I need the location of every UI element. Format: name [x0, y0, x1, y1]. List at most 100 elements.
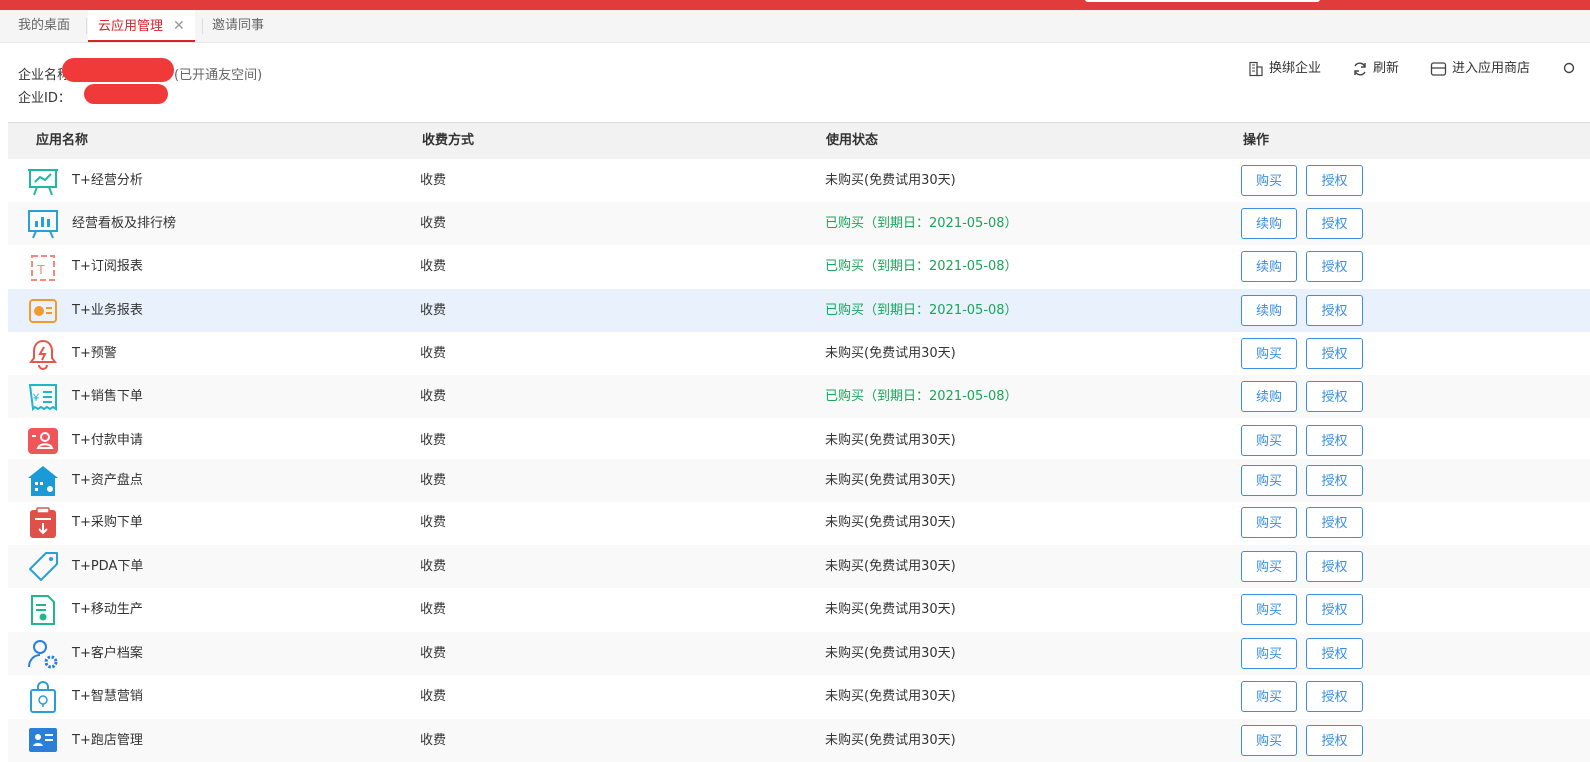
- customer-profile-icon: [26, 637, 60, 671]
- tab-label: 云应用管理: [98, 19, 164, 34]
- dashboard-board-icon: [26, 207, 60, 241]
- tab-cloud-app-management[interactable]: 云应用管理 ✕: [88, 10, 195, 42]
- table-row[interactable]: T+业务报表 收费 已购买（到期日：2021-05-08） 续购 授权: [8, 289, 1590, 332]
- authorize-button[interactable]: 授权: [1306, 507, 1363, 538]
- close-icon[interactable]: ✕: [173, 18, 185, 34]
- fee-type: 收费: [420, 173, 447, 188]
- redaction-mark: [84, 84, 168, 104]
- renew-button[interactable]: 续购: [1241, 381, 1297, 412]
- fee-type: 收费: [420, 216, 447, 231]
- buy-button[interactable]: 购买: [1241, 725, 1297, 756]
- buy-button[interactable]: 购买: [1241, 338, 1297, 369]
- authorize-button[interactable]: 授权: [1306, 295, 1363, 326]
- sales-order-icon: ¥: [26, 380, 60, 414]
- table-row[interactable]: T+PDA下单 收费 未购买(免费试用30天) 购买 授权: [8, 545, 1590, 588]
- authorize-button[interactable]: 授权: [1306, 725, 1363, 756]
- app-table: 应用名称 收费方式 使用状态 操作 T+经营分析 收费 未购买(免费试用30天) 购买…: [8, 122, 1590, 762]
- refresh-button[interactable]: 刷新: [1352, 58, 1399, 80]
- authorize-button[interactable]: 授权: [1306, 165, 1363, 196]
- table-row[interactable]: ¥ T+销售下单 收费 已购买（到期日：2021-05-08） 续购 授权: [8, 375, 1590, 418]
- redaction-mark: [62, 58, 174, 82]
- authorize-button[interactable]: 授权: [1306, 594, 1363, 625]
- usage-status: 未购买(免费试用30天): [825, 602, 956, 617]
- usage-status: 未购买(免费试用30天): [825, 346, 956, 361]
- usage-status: 未购买(免费试用30天): [825, 646, 956, 661]
- buy-button[interactable]: 购买: [1241, 465, 1297, 496]
- app-name: 经营看板及排行榜: [72, 216, 177, 231]
- mobile-production-icon: [26, 593, 60, 627]
- fee-type: 收费: [420, 689, 447, 704]
- svg-text:T: T: [37, 262, 45, 277]
- app-store-button[interactable]: 进入应用商店: [1430, 58, 1530, 80]
- asset-inventory-icon: [26, 464, 60, 498]
- usage-status: 未购买(免费试用30天): [825, 733, 956, 748]
- table-row[interactable]: T+智慧营销 收费 未购买(免费试用30天) 购买 授权: [8, 675, 1590, 718]
- app-name: T+客户档案: [72, 646, 143, 661]
- fee-type: 收费: [420, 346, 447, 361]
- usage-status: 未购买(免费试用30天): [825, 433, 956, 448]
- store-icon: [1430, 62, 1447, 76]
- switch-company-button[interactable]: 换绑企业: [1248, 58, 1321, 80]
- tab-bar: 我的桌面 云应用管理 ✕ 邀请同事: [0, 10, 1590, 43]
- authorize-button[interactable]: 授权: [1306, 208, 1363, 239]
- table-row[interactable]: T T+订阅报表 收费 已购买（到期日：2021-05-08） 续购 授权: [8, 245, 1590, 288]
- app-name: T+资产盘点: [72, 473, 143, 488]
- authorize-button[interactable]: 授权: [1306, 338, 1363, 369]
- renew-button[interactable]: 续购: [1241, 251, 1297, 282]
- usage-status: 未购买(免费试用30天): [825, 559, 956, 574]
- usage-status: 已购买（到期日：2021-05-08）: [825, 389, 1018, 404]
- buy-button[interactable]: 购买: [1241, 594, 1297, 625]
- fee-type: 收费: [420, 259, 447, 274]
- tab-label: 邀请同事: [212, 18, 265, 33]
- renew-button[interactable]: 续购: [1241, 208, 1297, 239]
- search-icon[interactable]: [1562, 58, 1581, 80]
- tab-invite-colleagues[interactable]: 邀请同事: [202, 10, 274, 42]
- buy-button[interactable]: 购买: [1241, 551, 1297, 582]
- table-row[interactable]: T+经营分析 收费 未购买(免费试用30天) 购买 授权: [8, 159, 1590, 202]
- app-name: T+付款申请: [72, 433, 143, 448]
- table-row[interactable]: T+移动生产 收费 未购买(免费试用30天) 购买 授权: [8, 588, 1590, 631]
- authorize-button[interactable]: 授权: [1306, 251, 1363, 282]
- fee-type: 收费: [420, 515, 447, 530]
- fee-type: 收费: [420, 473, 447, 488]
- authorize-button[interactable]: 授权: [1306, 638, 1363, 669]
- app-name: T+预警: [72, 346, 117, 361]
- authorize-button[interactable]: 授权: [1306, 425, 1363, 456]
- authorize-button[interactable]: 授权: [1306, 551, 1363, 582]
- table-row[interactable]: T+预警 收费 未购买(免费试用30天) 购买 授权: [8, 332, 1590, 375]
- table-row[interactable]: T+资产盘点 收费 未购买(免费试用30天) 购买 授权: [8, 459, 1590, 502]
- table-row[interactable]: T+跑店管理 收费 未购买(免费试用30天) 购买 授权: [8, 719, 1590, 762]
- buy-button[interactable]: 购买: [1241, 638, 1297, 669]
- fee-type: 收费: [420, 646, 447, 661]
- column-app-name: 应用名称: [36, 133, 89, 148]
- table-row[interactable]: T+客户档案 收费 未购买(免费试用30天) 购买 授权: [8, 632, 1590, 675]
- authorize-button[interactable]: 授权: [1306, 681, 1363, 712]
- app-name: T+经营分析: [72, 173, 143, 188]
- presentation-chart-icon: [26, 164, 60, 198]
- buy-button[interactable]: 购买: [1241, 425, 1297, 456]
- authorize-button[interactable]: 授权: [1306, 381, 1363, 412]
- table-row[interactable]: T+采购下单 收费 未购买(免费试用30天) 购买 授权: [8, 501, 1590, 544]
- top-search-box[interactable]: [1085, 0, 1320, 2]
- table-row[interactable]: 经营看板及排行榜 收费 已购买（到期日：2021-05-08） 续购 授权: [8, 202, 1590, 245]
- usage-status: 未购买(免费试用30天): [825, 473, 956, 488]
- svg-text:¥: ¥: [32, 392, 40, 404]
- tab-my-desktop[interactable]: 我的桌面: [8, 10, 80, 42]
- buy-button[interactable]: 购买: [1241, 165, 1297, 196]
- subscription-report-icon: T: [26, 250, 60, 284]
- fee-type: 收费: [420, 303, 447, 318]
- payment-request-icon: [26, 424, 60, 458]
- authorize-button[interactable]: 授权: [1306, 465, 1363, 496]
- buy-button[interactable]: 购买: [1241, 681, 1297, 712]
- renew-button[interactable]: 续购: [1241, 295, 1297, 326]
- usage-status: 已购买（到期日：2021-05-08）: [825, 216, 1018, 231]
- usage-status: 已购买（到期日：2021-05-08）: [825, 259, 1018, 274]
- app-name: T+订阅报表: [72, 259, 143, 274]
- smart-marketing-icon: [26, 680, 60, 714]
- column-actions: 操作: [1243, 133, 1270, 148]
- buy-button[interactable]: 购买: [1241, 507, 1297, 538]
- app-name: T+智慧营销: [72, 689, 143, 704]
- usage-status: 未购买(免费试用30天): [825, 173, 956, 188]
- table-row[interactable]: T+付款申请 收费 未购买(免费试用30天) 购买 授权: [8, 419, 1590, 462]
- usage-status: 未购买(免费试用30天): [825, 515, 956, 530]
